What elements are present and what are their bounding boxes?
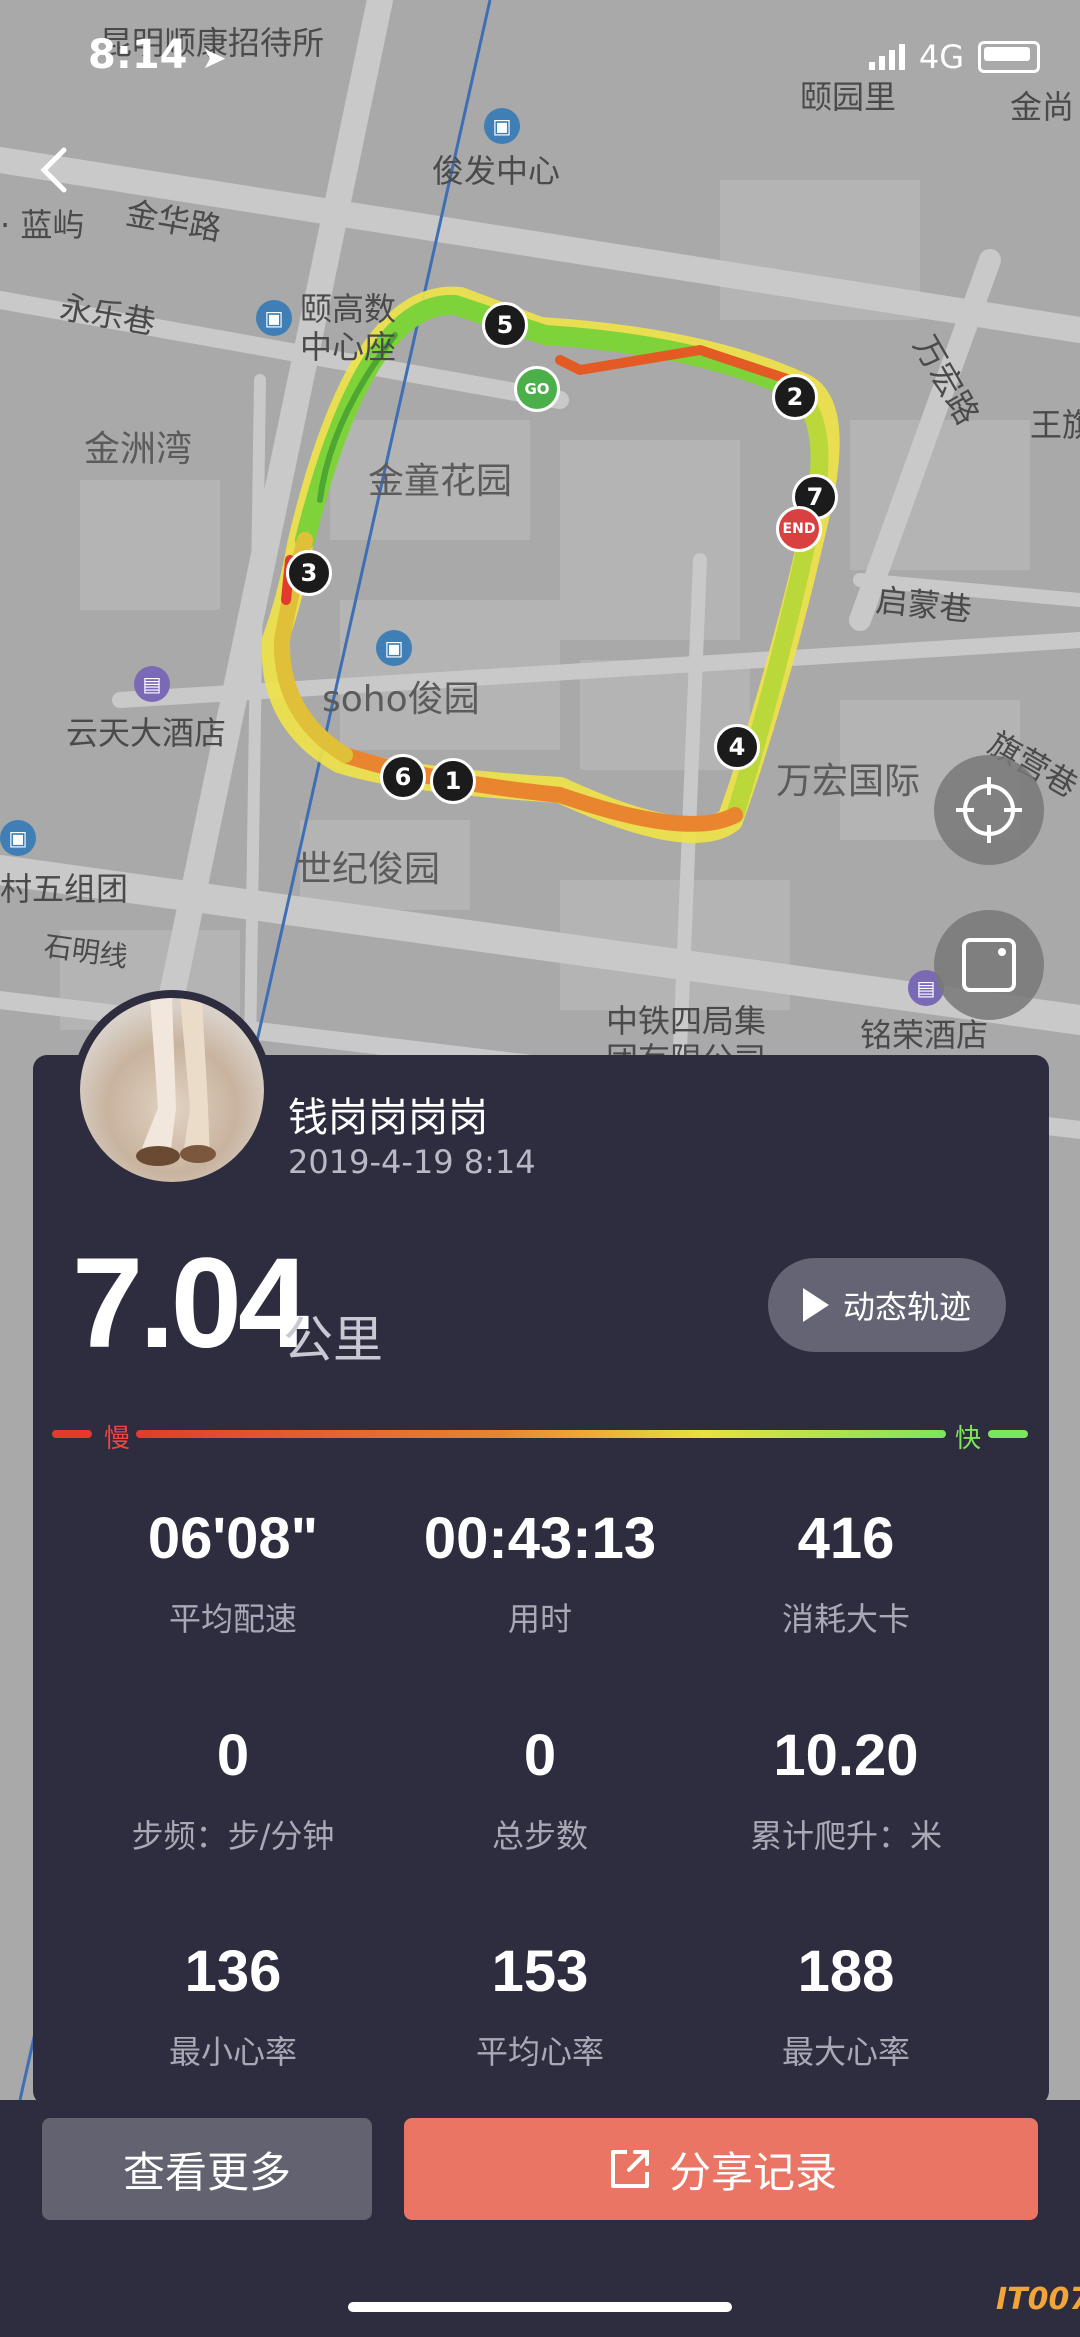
- locate-button[interactable]: [934, 755, 1044, 865]
- stat-cadence: 0 步频：步/分钟: [73, 1722, 393, 1857]
- map-label: 启蒙巷: [874, 581, 974, 629]
- map-label: 中心座: [300, 328, 397, 366]
- watermark-logo: IT007: [996, 2282, 1080, 2317]
- stat-min-heart-rate: 136 最小心率: [73, 1938, 393, 2073]
- status-time: 8:14 ➤: [88, 32, 227, 78]
- stat-calories: 416 消耗大卡: [686, 1505, 1006, 1640]
- building-icon: ▣: [484, 108, 520, 144]
- ballet-shoes-image: [136, 998, 216, 1166]
- map-layer-button[interactable]: [934, 910, 1044, 1020]
- chevron-left-icon: [40, 147, 67, 193]
- stat-avg-heart-rate: 153 平均心率: [380, 1938, 700, 2073]
- run-date: 2019-4-19 8:14: [288, 1143, 536, 1181]
- end-marker[interactable]: END: [776, 506, 822, 552]
- share-label: 分享记录: [668, 2147, 837, 2197]
- map-label: 金洲湾: [84, 429, 193, 470]
- replay-track-button[interactable]: 动态轨迹: [768, 1258, 1006, 1352]
- km-marker[interactable]: 3: [286, 550, 332, 596]
- stat-value: 06'08": [147, 1506, 319, 1571]
- play-icon: [802, 1288, 829, 1322]
- speed-fast-label: 快: [955, 1424, 982, 1454]
- stat-value: 188: [797, 1939, 895, 2004]
- view-more-button[interactable]: 查看更多: [42, 2118, 372, 2220]
- share-icon: [610, 2150, 649, 2188]
- speed-slow-label: 慢: [104, 1424, 131, 1454]
- map-label: 俊发中心: [432, 152, 561, 190]
- km-marker[interactable]: 1: [430, 758, 476, 804]
- status-bar: 8:14 ➤ 4G: [0, 0, 1080, 110]
- km-marker[interactable]: 5: [482, 302, 528, 348]
- stat-duration: 00:43:13 用时: [380, 1505, 700, 1640]
- building-icon: ▣: [376, 630, 412, 666]
- map-label: 村五组团: [0, 870, 129, 908]
- signal-icon: [868, 44, 905, 70]
- clock: 8:14: [88, 32, 188, 78]
- avatar[interactable]: [72, 990, 272, 1190]
- stat-label: 总步数: [491, 1817, 588, 1855]
- map-label: 万宏国际: [776, 761, 921, 802]
- start-marker[interactable]: GO: [514, 366, 560, 412]
- stat-label: 平均心率: [475, 2033, 604, 2071]
- crosshair-icon: [956, 777, 1022, 843]
- stat-max-heart-rate: 188 最大心率: [686, 1938, 1006, 2073]
- share-record-button[interactable]: 分享记录: [404, 2118, 1038, 2220]
- stat-value: 00:43:13: [423, 1506, 657, 1571]
- stat-label: 用时: [507, 1600, 572, 1638]
- building-icon: ▣: [0, 820, 36, 856]
- map-label: 云天大酒店: [66, 714, 227, 752]
- stat-value: 0: [523, 1723, 557, 1788]
- stat-label: 步频：步/分钟: [131, 1817, 335, 1855]
- status-indicators: 4G: [868, 38, 1040, 76]
- map-label: 世纪俊园: [296, 849, 441, 890]
- stat-value: 0: [216, 1723, 250, 1788]
- username: 钱岗岗岗岗: [288, 1095, 488, 1141]
- stat-value: 10.20: [773, 1723, 919, 1788]
- km-marker[interactable]: 6: [380, 754, 426, 800]
- back-button[interactable]: [30, 140, 80, 200]
- stat-label: 消耗大卡: [781, 1600, 910, 1638]
- km-marker[interactable]: 2: [772, 374, 818, 420]
- replay-label: 动态轨迹: [842, 1288, 971, 1326]
- building-icon: ▣: [256, 300, 292, 336]
- stat-label: 最小心率: [168, 2033, 297, 2071]
- map-label: 王旗: [1030, 406, 1080, 444]
- network-type: 4G: [918, 38, 964, 76]
- map-label: 金童花园: [368, 461, 513, 502]
- stat-total-steps: 0 总步数: [380, 1722, 700, 1857]
- stat-label: 平均配速: [168, 1600, 297, 1638]
- square-icon: [962, 938, 1016, 992]
- stat-label: 累计爬升：米: [749, 1817, 942, 1855]
- hotel-icon: ▤: [134, 666, 170, 702]
- stat-label: 最大心率: [781, 2033, 910, 2071]
- stat-value: 136: [184, 1939, 282, 2004]
- distance-unit: 公里: [283, 1311, 383, 1369]
- home-indicator[interactable]: [348, 2302, 732, 2312]
- map-label: soho俊园: [322, 679, 480, 720]
- battery-icon: [978, 41, 1040, 73]
- stat-avg-pace: 06'08" 平均配速: [73, 1505, 393, 1640]
- stat-value: 416: [797, 1506, 895, 1571]
- km-marker[interactable]: 4: [714, 724, 760, 770]
- stat-elevation-gain: 10.20 累计爬升：米: [686, 1722, 1006, 1857]
- speed-gradient-bar: [52, 1430, 1028, 1438]
- map-label: · 蓝屿: [0, 206, 85, 244]
- distance-value: 7.04: [72, 1232, 309, 1375]
- location-arrow-icon: ➤: [201, 41, 227, 76]
- avatar-image: [80, 998, 264, 1182]
- stat-value: 153: [491, 1939, 589, 2004]
